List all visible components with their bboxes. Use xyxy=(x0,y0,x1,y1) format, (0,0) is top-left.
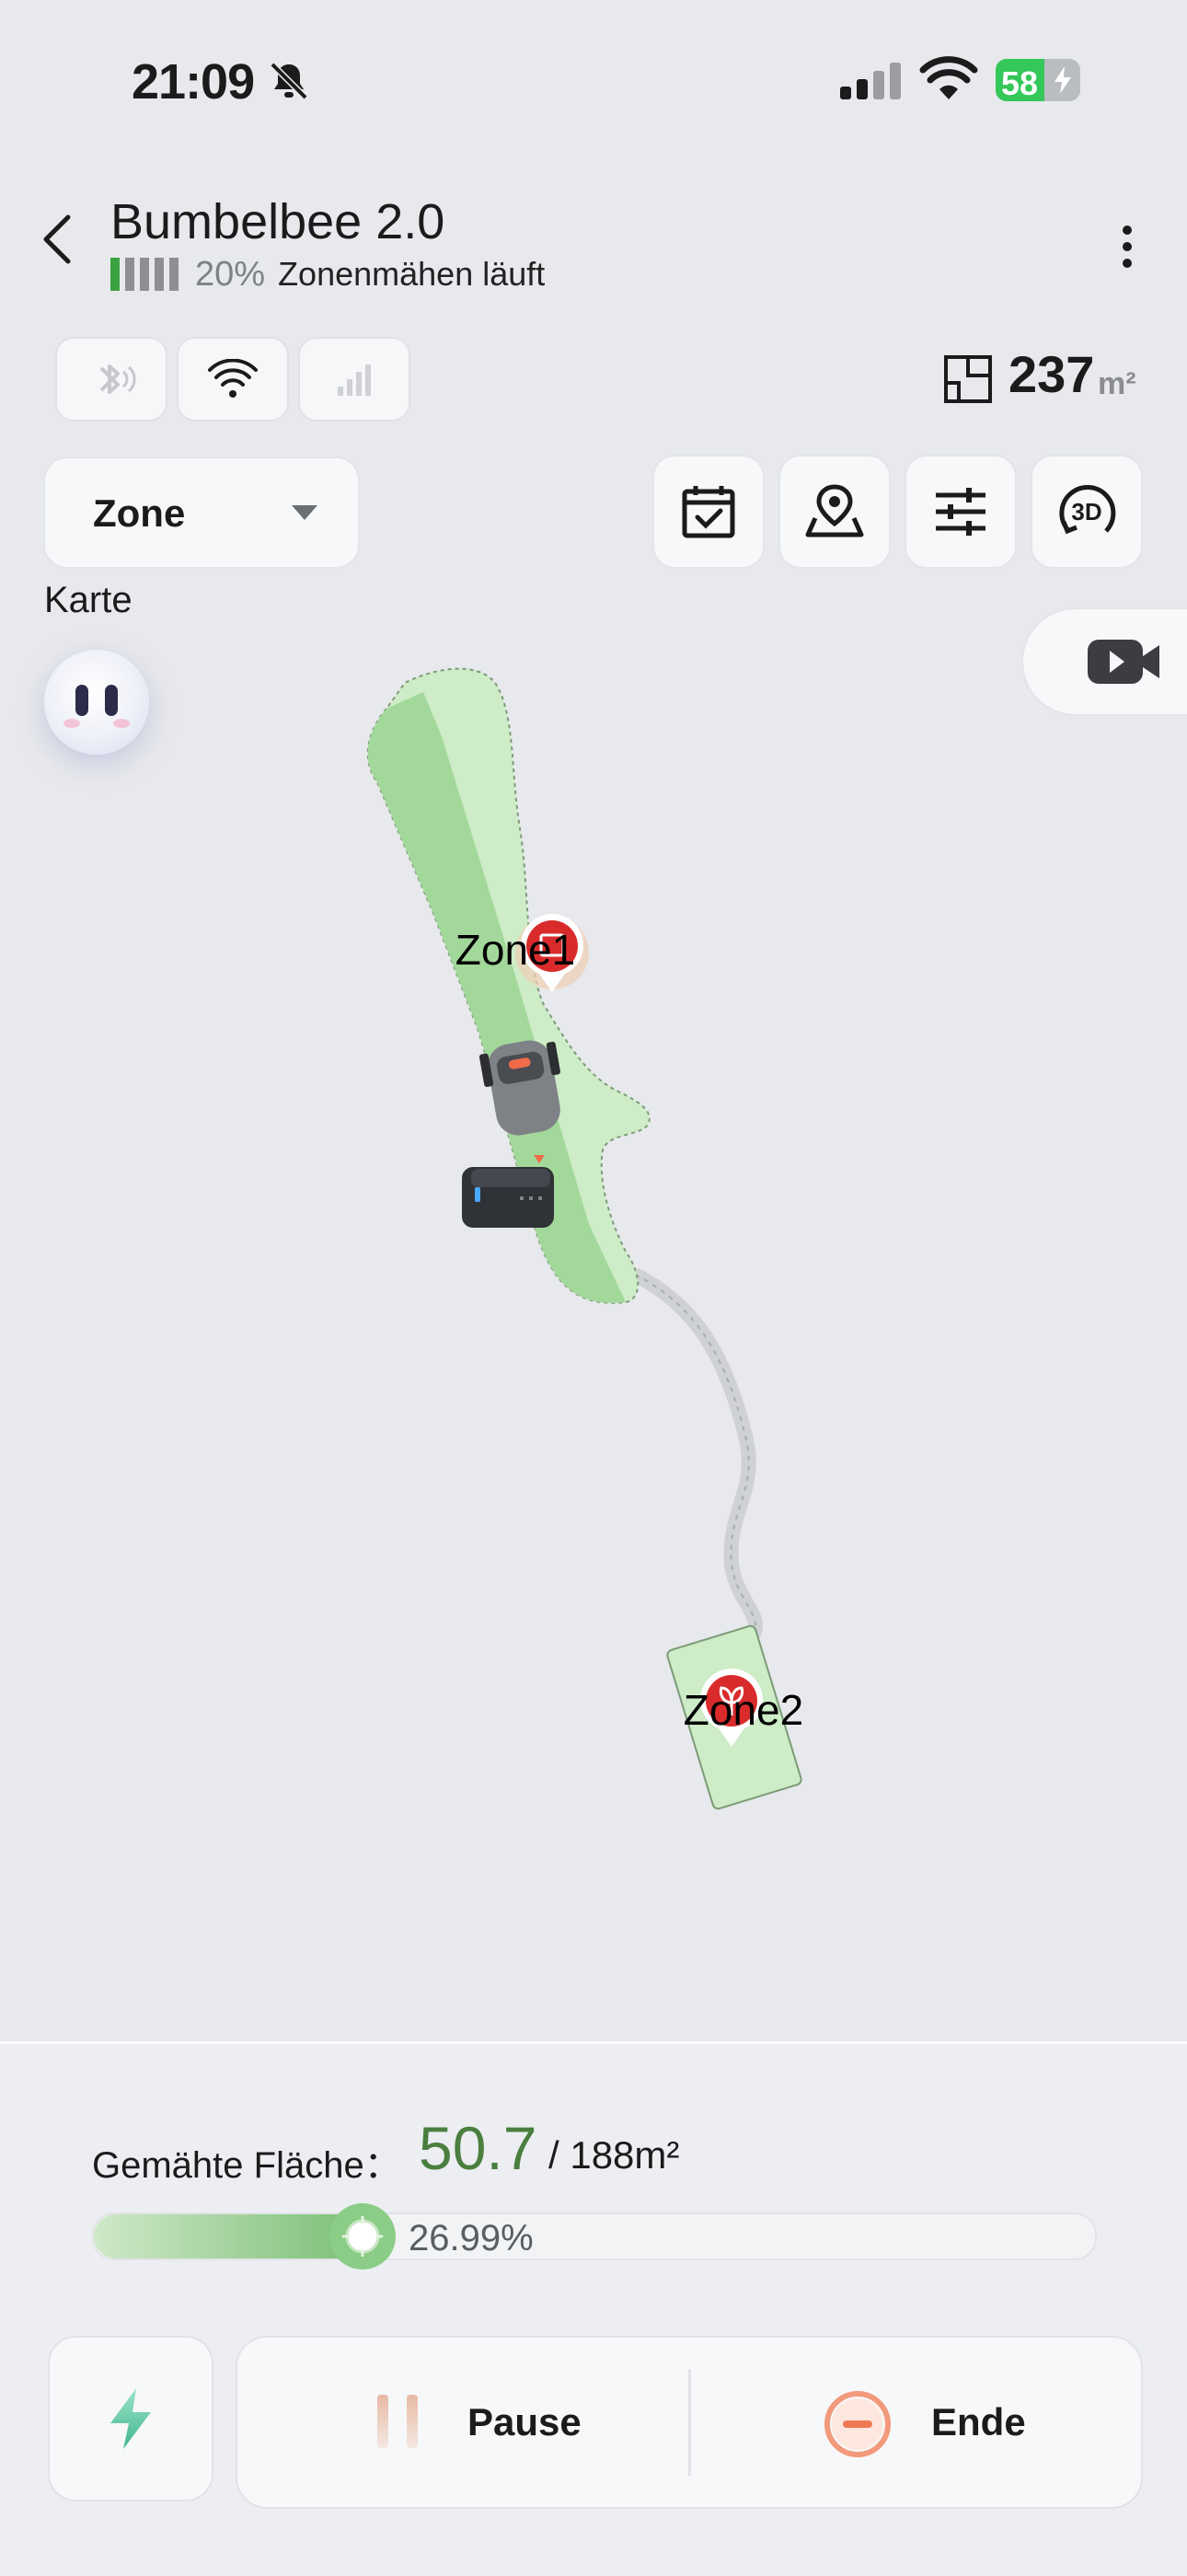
mowing-controls: Pause Ende xyxy=(236,2336,1143,2509)
progress-track xyxy=(92,2212,1097,2260)
docking-station-icon xyxy=(462,1167,554,1228)
pause-button[interactable]: Pause xyxy=(467,2400,582,2444)
video-camera-icon xyxy=(1088,640,1159,684)
lightning-bolt-icon xyxy=(110,2388,151,2449)
travel-path xyxy=(631,1267,763,1644)
progress-fill xyxy=(94,2214,364,2258)
zone-label-2: Zone2 xyxy=(684,1686,803,1734)
end-button[interactable]: Ende xyxy=(931,2400,1026,2444)
progress-percent: 26.99% xyxy=(409,2218,534,2258)
garden-map[interactable]: Zone1 Zone2 xyxy=(0,0,1187,2041)
mowed-area-value: 50.7 xyxy=(419,2114,537,2182)
zone-label-1: Zone1 xyxy=(455,926,575,974)
stop-icon[interactable] xyxy=(823,2389,893,2464)
controls-divider xyxy=(688,2369,691,2476)
progress-knob-icon xyxy=(328,2203,396,2270)
pause-icon[interactable] xyxy=(377,2395,418,2448)
mowed-area-label: Gemähte Fläche： xyxy=(92,2145,401,2186)
camera-button[interactable] xyxy=(1021,607,1187,716)
assistant-avatar[interactable] xyxy=(44,650,149,755)
assistant-face-icon xyxy=(63,685,130,728)
recharge-button[interactable] xyxy=(48,2336,213,2501)
mowed-area-total: / 188m² xyxy=(548,2133,680,2177)
